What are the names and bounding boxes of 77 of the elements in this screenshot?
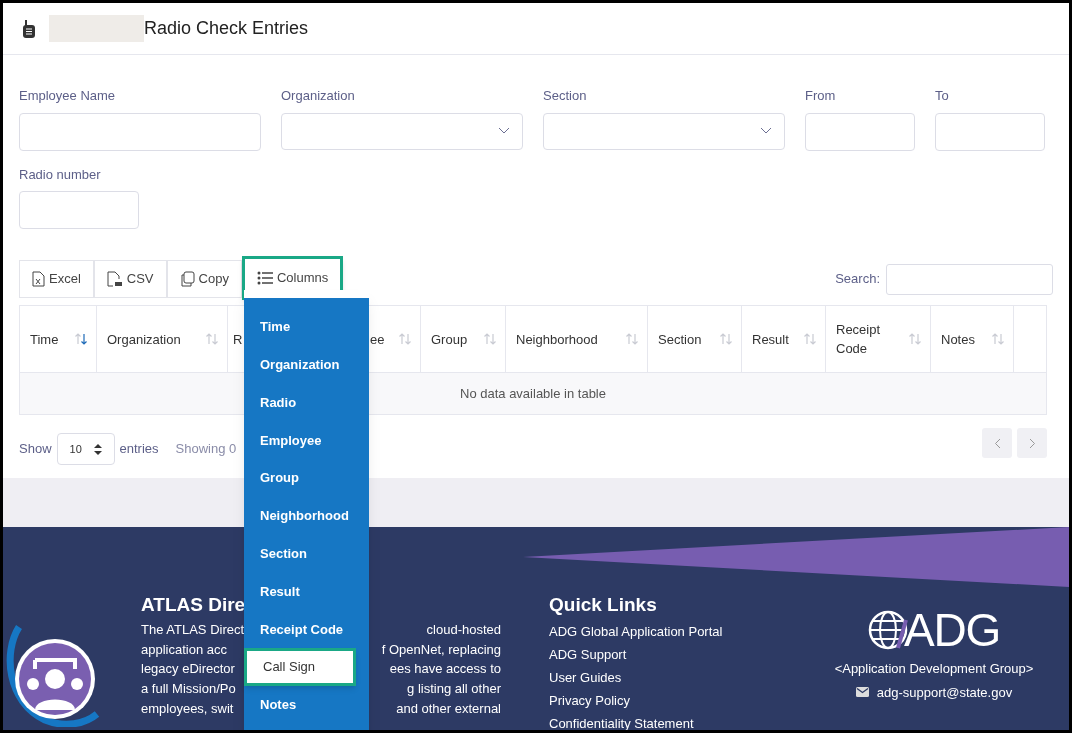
column-toggle-item[interactable]: Section xyxy=(244,534,369,573)
empty-table-message: No data available in table xyxy=(460,384,606,403)
sort-icon xyxy=(398,332,412,346)
field-label: From xyxy=(805,87,837,105)
field-label: Section xyxy=(543,87,588,105)
footer-heading: Quick Links xyxy=(549,593,658,617)
page-size-select[interactable]: 10 xyxy=(56,433,115,465)
team-logo-icon xyxy=(5,622,101,727)
sort-icon xyxy=(205,332,219,346)
select-field[interactable] xyxy=(543,112,785,150)
column-toggle-item[interactable]: Organization xyxy=(244,345,369,384)
sort-icon xyxy=(803,332,817,346)
column-toggle-item[interactable]: Employee xyxy=(244,421,369,460)
radio-icon xyxy=(21,19,37,38)
footer-text: g listing all other xyxy=(407,680,501,699)
field-label: Radio number xyxy=(19,165,102,184)
excel-file-icon xyxy=(32,271,45,287)
mail-icon xyxy=(855,687,869,698)
chevron-right-icon xyxy=(1028,437,1036,449)
column-toggle-item[interactable]: Result xyxy=(244,572,369,611)
input-field[interactable] xyxy=(19,112,261,151)
footer-link[interactable]: ADG Support xyxy=(549,643,627,666)
field-label: Employee Name xyxy=(19,87,117,105)
footer-link[interactable]: ADG Global Application Portal xyxy=(549,620,723,643)
entries-label: entries xyxy=(119,440,159,459)
column-toggle-item[interactable]: Notes xyxy=(244,685,369,724)
footer-link[interactable]: Confidentiality Statement xyxy=(549,712,694,730)
sort-icon xyxy=(991,332,1005,346)
search-field[interactable] xyxy=(886,263,1053,295)
column-toggle-item[interactable]: Call Sign xyxy=(244,648,356,686)
footer-text: The ATLAS Direct xyxy=(141,621,245,639)
spinner-icon xyxy=(93,443,102,455)
field-label: To xyxy=(935,87,950,105)
sort-icon xyxy=(74,332,88,346)
toolbar-button[interactable]: Excel xyxy=(19,260,94,298)
input-field[interactable] xyxy=(19,191,139,229)
chevron-left-icon xyxy=(993,437,1001,449)
brand-subtitle: <Application Development Group> xyxy=(834,660,1034,678)
previous-page-button[interactable] xyxy=(982,428,1012,458)
list-icon xyxy=(256,271,273,285)
footer-text: application acc xyxy=(141,640,227,659)
sort-icon xyxy=(908,332,922,346)
email-link[interactable]: adg-support@state.gov xyxy=(876,682,1013,702)
footer-text: legacy eDirector xyxy=(141,660,235,679)
footer-text: employees, swit xyxy=(141,699,234,718)
select-field[interactable] xyxy=(281,112,523,150)
footer-link[interactable]: User Guides xyxy=(549,666,622,689)
table-info: Showing 0 xyxy=(175,440,237,459)
sort-icon xyxy=(719,332,733,346)
next-page-button[interactable] xyxy=(1017,428,1047,458)
footer-text: and other external xyxy=(396,699,501,718)
column-toggle-item[interactable]: Receipt Code xyxy=(244,610,369,649)
sort-icon xyxy=(625,332,639,346)
sort-icon xyxy=(483,332,497,346)
field-label: Organization xyxy=(281,87,356,105)
footer-text: cloud-hosted xyxy=(426,621,501,639)
footer-text: a full Mission/Po xyxy=(141,680,236,699)
column-toggle-item[interactable]: Neighborhood xyxy=(244,497,369,535)
chevron-down-icon xyxy=(498,127,510,135)
input-field[interactable] xyxy=(805,112,915,151)
footer-heading: ATLAS Dire xyxy=(141,593,247,617)
copy-icon xyxy=(179,271,195,287)
brand-logo-text: ADG xyxy=(903,607,1001,653)
footer-text: f OpenNet, replacing xyxy=(381,640,501,659)
toolbar-button[interactable]: CSV xyxy=(93,260,167,298)
input-field[interactable] xyxy=(935,112,1045,151)
footer-text: ees have access to xyxy=(389,660,501,679)
toolbar-button[interactable]: Copy xyxy=(166,260,242,298)
page-title: Radio Check Entries xyxy=(144,17,309,40)
column-toggle-item[interactable]: Group xyxy=(244,459,369,497)
show-label: Show xyxy=(19,440,52,459)
csv-file-icon xyxy=(106,271,123,287)
search-label: Search: xyxy=(835,270,880,289)
chevron-down-icon xyxy=(760,127,772,135)
footer-link[interactable]: Privacy Policy xyxy=(549,689,630,712)
column-toggle-item[interactable]: Radio xyxy=(244,383,369,422)
column-toggle-item[interactable]: Time xyxy=(244,308,369,346)
